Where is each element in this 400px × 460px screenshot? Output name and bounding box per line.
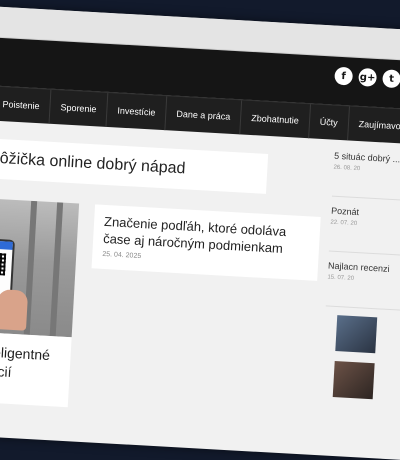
featured-card[interactable]: ú inteligentné ormácií (0, 330, 72, 408)
sidebar-item-date: 15. 07. 20 (327, 274, 355, 282)
sidebar-thumbnail[interactable] (335, 315, 378, 354)
nav-item-poistenie[interactable]: Poistenie (0, 86, 52, 124)
article-title[interactable]: Značenie podľáh, ktoré odoláva čase aj n… (103, 213, 311, 258)
nav-item-investicie[interactable]: Investície (106, 92, 168, 131)
facebook-icon[interactable]: f (334, 66, 354, 86)
page-title-box: e pôžička online dobrý nápad (0, 137, 269, 194)
sidebar-item-title[interactable]: 5 situác dobrý ... (334, 150, 400, 167)
social-links: f g+ t (334, 66, 400, 89)
nav-item-dane-a-praca[interactable]: Dane a práca (165, 96, 243, 135)
sidebar-item-title[interactable]: Poznát (331, 205, 400, 222)
article-card[interactable]: Značenie podľáh, ktoré odoláva čase aj n… (91, 204, 321, 281)
twitter-icon[interactable]: t (382, 69, 400, 89)
qr-code-icon (0, 252, 7, 276)
browser-screen: f g+ t Poistenie Sporenie Investície Dan… (0, 6, 400, 460)
featured-caption[interactable]: ú inteligentné ormácií (0, 342, 50, 380)
nav-item-zaujimavosti[interactable]: Zaujímavosti (347, 106, 400, 145)
google-plus-icon[interactable]: g+ (358, 67, 378, 87)
sidebar-item-date: 22. 07. 20 (330, 219, 358, 228)
sidebar: 5 situác dobrý ... 26. 08. 20 Poznát 22.… (320, 149, 400, 412)
page-content: e pôžička online dobrý nápad ú inteligen… (0, 120, 400, 460)
nav-item-sporenie[interactable]: Sporenie (49, 89, 109, 127)
nav-item-zbohatnutie[interactable]: Zbohatnutie (240, 100, 311, 139)
sidebar-item[interactable]: 5 situác dobrý ... 26. 08. 20 (331, 149, 400, 202)
sidebar-item-date: 26. 08. 20 (333, 164, 361, 173)
page-title[interactable]: e pôžička online dobrý nápad (0, 149, 186, 179)
sidebar-item[interactable]: Poznát 22. 07. 20 (328, 204, 400, 257)
nav-item-ucty[interactable]: Účty (308, 104, 350, 141)
sidebar-thumbnail[interactable] (332, 361, 375, 400)
background-pole (49, 202, 64, 337)
featured-image[interactable] (0, 196, 80, 338)
sidebar-item[interactable]: Najlacn recenzi 15. 07. 20 (325, 259, 400, 312)
hand-illustration (0, 289, 29, 331)
sidebar-item-title[interactable]: Najlacn recenzi (328, 260, 400, 277)
phone-header-bar (0, 239, 13, 250)
